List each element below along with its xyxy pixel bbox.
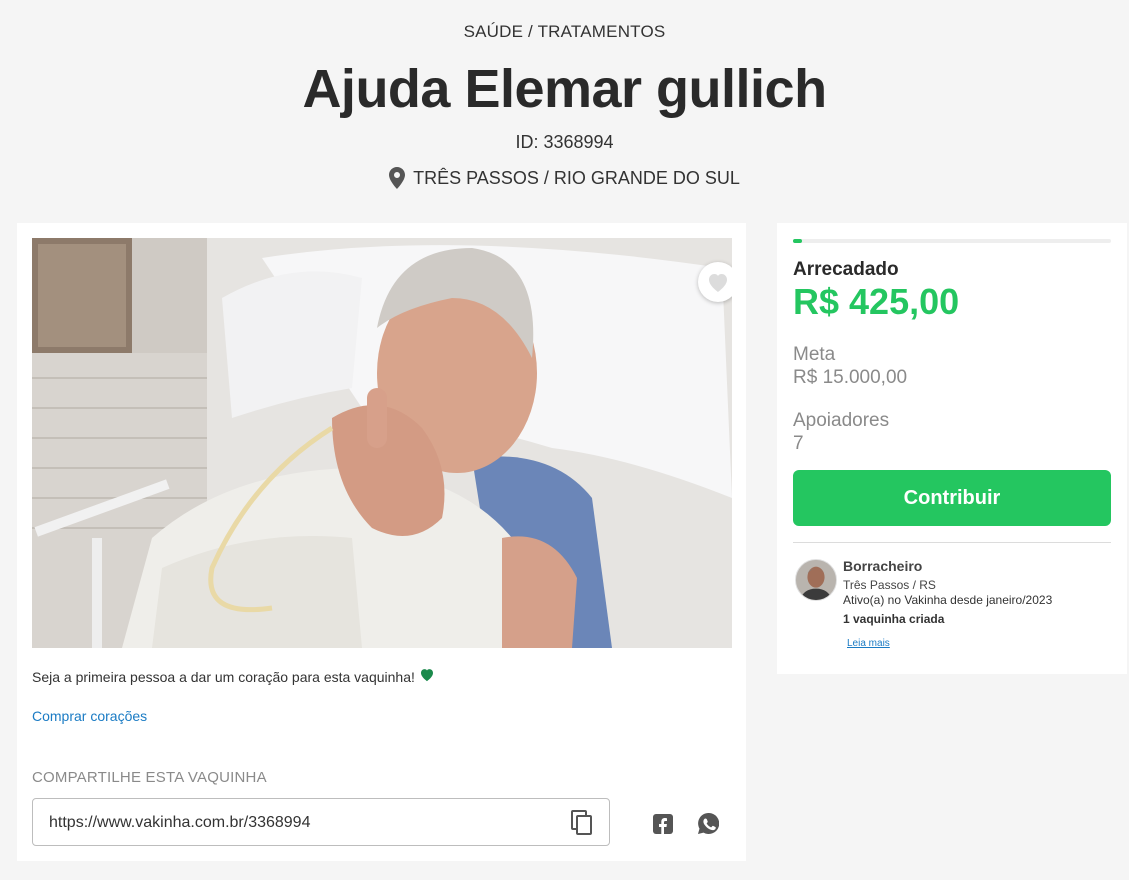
copy-icon (571, 810, 592, 835)
supporters-label: Apoiadores (793, 410, 890, 431)
campaign-id: ID: 3368994 (515, 132, 614, 152)
progress-bar (793, 239, 1111, 243)
contribute-button[interactable]: Contribuir (793, 470, 1111, 526)
green-heart-icon (420, 668, 433, 681)
campaign-photo-illustration (32, 238, 732, 648)
copy-url-button[interactable] (571, 810, 593, 836)
facebook-icon (653, 814, 673, 834)
creator-active-since: Ativo(a) no Vakinha desde janeiro/2023 (843, 593, 1053, 607)
location-text: TRÊS PASSOS / RIO GRANDE DO SUL (413, 167, 740, 188)
share-section-title: COMPARTILHE ESTA VAQUINHA (32, 769, 267, 786)
heart-outline-icon (709, 274, 727, 292)
supporters-value: 7 (793, 433, 804, 454)
category-breadcrumb[interactable]: SAÚDE / TRATAMENTOS (0, 22, 1129, 42)
creator-avatar-image (796, 560, 836, 600)
creator-campaign-count: 1 vaquinha criada (843, 612, 945, 626)
creator-location: Três Passos / RS (843, 578, 936, 592)
whatsapp-icon (698, 812, 720, 834)
raised-label: Arrecadado (793, 259, 899, 280)
raised-value: R$ 425,00 (793, 281, 960, 322)
share-whatsapp-button[interactable] (698, 812, 720, 834)
campaign-photo (32, 238, 732, 648)
progress-bar-fill (793, 239, 802, 243)
buy-hearts-link[interactable]: Comprar corações (32, 708, 147, 724)
share-facebook-button[interactable] (653, 814, 673, 834)
divider (793, 542, 1111, 543)
page-title: Ajuda Elemar gullich (302, 59, 827, 119)
creator-avatar[interactable] (795, 559, 837, 601)
donation-summary-card: Arrecadado R$ 425,00 Meta R$ 15.000,00 A… (777, 223, 1127, 674)
hearts-message: Seja a primeira pessoa a dar um coração … (32, 668, 435, 685)
share-url-text[interactable]: https://www.vakinha.com.br/3368994 (49, 814, 310, 832)
goal-value: R$ 15.000,00 (793, 367, 908, 388)
goal-label: Meta (793, 344, 836, 365)
creator-name[interactable]: Borracheiro (843, 558, 922, 574)
campaign-location: TRÊS PASSOS / RIO GRANDE DO SUL (0, 167, 1129, 189)
hearts-message-text: Seja a primeira pessoa a dar um coração … (32, 669, 415, 685)
favorite-button[interactable] (698, 262, 732, 302)
share-url-field[interactable]: https://www.vakinha.com.br/3368994 (32, 798, 610, 846)
campaign-main-card: Seja a primeira pessoa a dar um coração … (17, 223, 746, 861)
read-more-link[interactable]: Leia mais (847, 638, 890, 649)
map-pin-icon (389, 167, 406, 189)
